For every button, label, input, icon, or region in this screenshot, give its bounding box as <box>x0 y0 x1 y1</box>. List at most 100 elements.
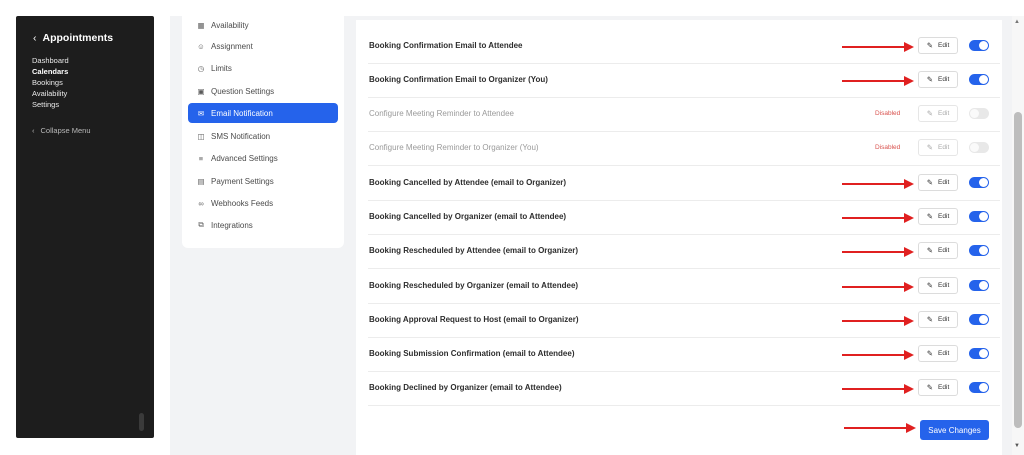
menu-item-sms-notification[interactable]: ◫ SMS Notification <box>188 126 338 146</box>
pencil-icon: ✎ <box>926 349 934 358</box>
edit-button[interactable]: ✎ Edit <box>918 174 958 191</box>
notification-label: Configure Meeting Reminder to Organizer … <box>369 143 539 152</box>
pencil-icon: ✎ <box>926 109 934 118</box>
menu-item-advanced-settings[interactable]: ≡ Advanced Settings <box>188 148 338 168</box>
notification-toggle[interactable] <box>969 40 989 51</box>
edit-button[interactable]: ✎ Edit <box>918 277 958 294</box>
edit-button[interactable]: ✎ Edit <box>918 71 958 88</box>
save-changes-button[interactable]: Save Changes <box>920 420 989 440</box>
notification-label: Booking Approval Request to Host (email … <box>369 315 579 324</box>
notification-row: Configure Meeting Reminder to Attendee D… <box>368 97 1000 132</box>
pencil-icon: ✎ <box>926 178 934 187</box>
notification-row: Configure Meeting Reminder to Organizer … <box>368 131 1000 166</box>
menu-item-limits[interactable]: ◷ Limits <box>188 58 338 78</box>
toggle-knob <box>979 315 988 324</box>
notification-toggle[interactable] <box>969 108 989 119</box>
edit-button[interactable]: ✎ Edit <box>918 105 958 122</box>
sidebar-nav: Dashboard Calendars Bookings Availabilit… <box>32 55 69 110</box>
toggle-knob <box>979 178 988 187</box>
notification-toggle[interactable] <box>969 74 989 85</box>
edit-button[interactable]: ✎ Edit <box>918 242 958 259</box>
resize-handle[interactable] <box>139 413 144 431</box>
notification-row: Booking Confirmation Email to Attendee ✎… <box>368 29 1000 64</box>
pencil-icon: ✎ <box>926 246 934 255</box>
pencil-icon: ✎ <box>926 281 934 290</box>
notification-label: Configure Meeting Reminder to Attendee <box>369 109 514 118</box>
toggle-knob <box>979 383 988 392</box>
edit-button[interactable]: ✎ Edit <box>918 379 958 396</box>
mail-icon: ✉ <box>197 108 205 118</box>
pencil-icon: ✎ <box>926 212 934 221</box>
email-notification-panel: Booking Confirmation Email to Attendee ✎… <box>356 20 1002 455</box>
menu-item-email-notification[interactable]: ✉ Email Notification <box>188 103 338 123</box>
status-text: Disabled <box>875 144 901 151</box>
notification-toggle[interactable] <box>969 245 989 256</box>
notification-label: Booking Declined by Organizer (email to … <box>369 383 562 392</box>
notification-label: Booking Confirmation Email to Attendee <box>369 41 523 50</box>
status-text: Disabled <box>875 110 901 117</box>
payment-icon: ▤ <box>197 176 205 186</box>
edit-button[interactable]: ✎ Edit <box>918 345 958 362</box>
sidebar-item-bookings[interactable]: Bookings <box>32 77 69 88</box>
pencil-icon: ✎ <box>926 41 934 50</box>
integrations-icon: ⧉ <box>198 220 204 229</box>
menu-item-availability[interactable]: ▦ Availability <box>188 15 338 35</box>
pencil-icon: ✎ <box>926 75 934 84</box>
toggle-knob <box>979 212 988 221</box>
notification-toggle[interactable] <box>969 280 989 291</box>
toggle-knob <box>979 41 988 50</box>
menu-item-webhooks-feeds[interactable]: ∞ Webhooks Feeds <box>188 193 338 213</box>
notification-row: Booking Rescheduled by Organizer (email … <box>368 269 1000 304</box>
sms-icon: ◫ <box>197 131 205 141</box>
notification-toggle[interactable] <box>969 382 989 393</box>
notification-row: Booking Cancelled by Attendee (email to … <box>368 166 1000 201</box>
edit-button[interactable]: ✎ Edit <box>918 208 958 225</box>
scroll-down-icon[interactable]: ▼ <box>1014 443 1020 449</box>
scrollbar-thumb[interactable] <box>1014 112 1022 428</box>
chevron-left-icon: ‹ <box>33 32 37 44</box>
sidebar-item-calendars[interactable]: Calendars <box>32 66 69 77</box>
sidebar-item-dashboard[interactable]: Dashboard <box>32 55 69 66</box>
notification-label: Booking Cancelled by Attendee (email to … <box>369 178 567 187</box>
notification-toggle[interactable] <box>969 142 989 153</box>
toggle-knob <box>970 109 979 118</box>
scroll-up-icon[interactable]: ▲ <box>1014 19 1020 25</box>
pencil-icon: ✎ <box>926 315 934 324</box>
sidebar-item-settings[interactable]: Settings <box>32 99 69 110</box>
notification-toggle[interactable] <box>969 348 989 359</box>
menu-item-payment-settings[interactable]: ▤ Payment Settings <box>188 171 338 191</box>
link-icon: ∞ <box>198 198 204 208</box>
settings-menu: ▦ Availability ☺ Assignment ◷ Limits ▣ Quest… <box>182 16 344 248</box>
toggle-knob <box>979 246 988 255</box>
menu-item-question-settings[interactable]: ▣ Question Settings <box>188 81 338 101</box>
notification-toggle[interactable] <box>969 314 989 325</box>
notification-row: Booking Confirmation Email to Organizer … <box>368 63 1000 98</box>
edit-button[interactable]: ✎ Edit <box>918 311 958 328</box>
notification-label: Booking Confirmation Email to Organizer … <box>369 75 548 84</box>
notification-toggle[interactable] <box>969 211 989 222</box>
edit-button[interactable]: ✎ Edit <box>918 37 958 54</box>
sidebar-item-availability[interactable]: Availability <box>32 88 69 99</box>
notification-toggle[interactable] <box>969 177 989 188</box>
sidebar-title[interactable]: ‹ Appointments <box>33 32 113 44</box>
app-sidebar: ‹ Appointments Dashboard Calendars Bookin… <box>16 16 154 438</box>
edit-button[interactable]: ✎ Edit <box>918 139 958 156</box>
pencil-icon: ✎ <box>926 143 934 152</box>
notification-row: Booking Submission Confirmation (email t… <box>368 337 1000 372</box>
toggle-knob <box>979 75 988 84</box>
scrollbar[interactable]: ▲ ▼ <box>1012 16 1024 455</box>
toggle-knob <box>979 281 988 290</box>
sliders-icon: ≡ <box>198 153 204 163</box>
notification-label: Booking Rescheduled by Organizer (email … <box>369 281 579 290</box>
toggle-knob <box>979 349 988 358</box>
pencil-icon: ✎ <box>926 383 934 392</box>
notification-row: Booking Declined by Organizer (email to … <box>368 371 1000 406</box>
question-icon: ▣ <box>197 86 205 96</box>
notification-row: Booking Cancelled by Organizer (email to… <box>368 200 1000 235</box>
chevron-left-icon: ‹ <box>32 126 35 135</box>
menu-item-integrations[interactable]: ⧉ Integrations <box>188 215 338 235</box>
menu-item-assignment[interactable]: ☺ Assignment <box>188 36 338 56</box>
notification-label: Booking Submission Confirmation (email t… <box>369 349 575 358</box>
collapse-menu-button[interactable]: ‹ Collapse Menu <box>32 126 91 135</box>
users-icon: ☺ <box>197 41 205 51</box>
